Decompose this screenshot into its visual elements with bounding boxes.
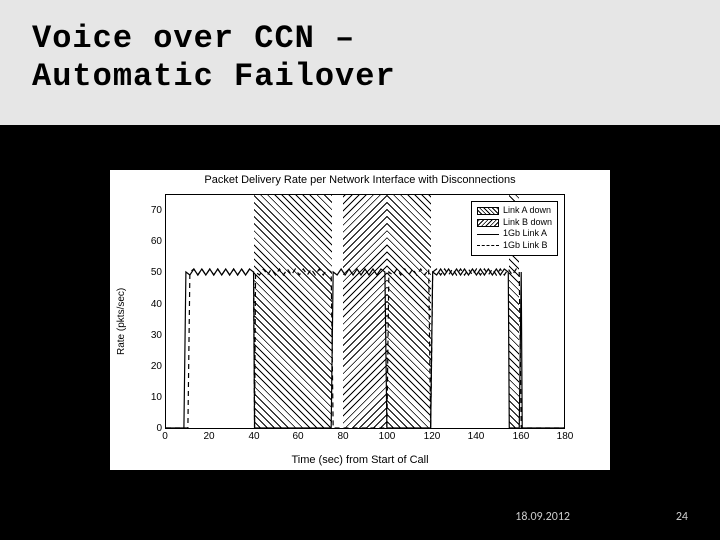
x-tick: 100 (372, 431, 402, 442)
legend-item: Link B down (477, 217, 552, 229)
y-tick: 50 (140, 267, 162, 278)
y-tick: 40 (140, 299, 162, 310)
y-tick: 60 (140, 236, 162, 247)
legend-line-solid (477, 234, 499, 235)
footer-page-number: 24 (676, 510, 688, 524)
legend-swatch-hatch-b (477, 219, 499, 227)
slide-title: Voice over CCN – Automatic Failover (32, 20, 688, 97)
plot-area: Link A down Link B down 1Gb Link A 1Gb L… (165, 194, 565, 429)
legend-item: Link A down (477, 205, 552, 217)
x-tick: 80 (328, 431, 358, 442)
x-tick: 0 (150, 431, 180, 442)
legend-label: Link B down (503, 217, 552, 229)
x-tick: 160 (506, 431, 536, 442)
footer-date: 18.09.2012 (515, 510, 570, 524)
x-axis-label: Time (sec) from Start of Call (110, 454, 610, 466)
chart: Packet Delivery Rate per Network Interfa… (110, 170, 610, 470)
y-tick: 20 (140, 361, 162, 372)
y-tick: 70 (140, 205, 162, 216)
legend-item: 1Gb Link B (477, 240, 552, 252)
legend-swatch-hatch-a (477, 207, 499, 215)
slide: Voice over CCN – Automatic Failover Pack… (0, 0, 720, 540)
title-line-1: Voice over CCN – (32, 20, 355, 57)
x-tick: 60 (283, 431, 313, 442)
x-tick: 120 (417, 431, 447, 442)
legend-label: 1Gb Link A (503, 228, 547, 240)
legend-item: 1Gb Link A (477, 228, 552, 240)
chart-title: Packet Delivery Rate per Network Interfa… (110, 170, 610, 186)
legend-label: Link A down (503, 205, 551, 217)
y-tick: 30 (140, 330, 162, 341)
legend-line-dashed (477, 245, 499, 246)
x-tick: 40 (239, 431, 269, 442)
legend: Link A down Link B down 1Gb Link A 1Gb L… (471, 201, 558, 256)
series-link-b (166, 269, 564, 428)
x-tick: 20 (194, 431, 224, 442)
y-tick: 10 (140, 392, 162, 403)
title-line-2: Automatic Failover (32, 58, 396, 95)
x-tick: 180 (550, 431, 580, 442)
y-axis-label: Rate (pkts/sec) (116, 288, 127, 355)
x-tick: 140 (461, 431, 491, 442)
series-link-a (166, 269, 564, 428)
legend-label: 1Gb Link B (503, 240, 548, 252)
